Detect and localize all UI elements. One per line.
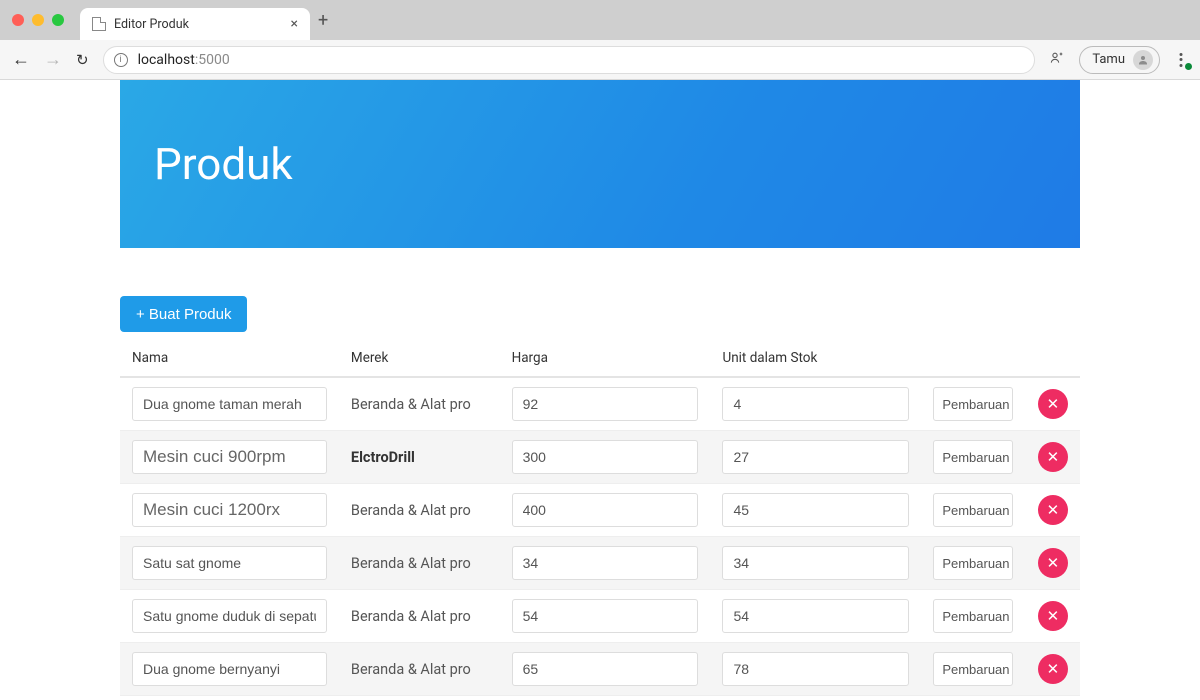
- close-icon: ✕: [1047, 660, 1060, 678]
- product-stock-input[interactable]: [722, 440, 909, 474]
- product-stock-input[interactable]: [722, 652, 909, 686]
- product-brand: Beranda & Alat pro: [351, 661, 471, 678]
- page-icon: [92, 17, 106, 31]
- product-stock-input[interactable]: [722, 546, 909, 580]
- window-controls: [12, 14, 64, 26]
- delete-button[interactable]: ✕: [1038, 495, 1068, 525]
- table-row: ElctroDrill Pembaruan ✕: [120, 431, 1080, 484]
- product-name-input[interactable]: [132, 440, 327, 474]
- close-icon: ✕: [1047, 554, 1060, 572]
- update-button[interactable]: Pembaruan: [933, 599, 1013, 633]
- update-button[interactable]: Pembaruan: [933, 652, 1013, 686]
- tab-title: Editor Produk: [114, 17, 189, 32]
- close-icon: ✕: [1047, 501, 1060, 519]
- avatar-icon: [1133, 50, 1153, 70]
- product-price-input[interactable]: [512, 493, 699, 527]
- col-header-delete: [1026, 336, 1080, 377]
- site-info-icon[interactable]: i: [114, 53, 128, 67]
- reload-icon[interactable]: ↻: [76, 51, 89, 69]
- product-price-input[interactable]: [512, 387, 699, 421]
- page-title: Produk: [154, 138, 293, 190]
- product-name-input[interactable]: [132, 493, 327, 527]
- delete-button[interactable]: ✕: [1038, 601, 1068, 631]
- nav-back-icon[interactable]: ←: [12, 49, 30, 70]
- tab-close-icon[interactable]: ×: [291, 16, 298, 32]
- window-minimize-icon[interactable]: [32, 14, 44, 26]
- window-close-icon[interactable]: [12, 14, 24, 26]
- product-stock-input[interactable]: [722, 493, 909, 527]
- product-brand: Beranda & Alat pro: [351, 396, 471, 413]
- product-price-input[interactable]: [512, 440, 699, 474]
- update-button[interactable]: Pembaruan: [933, 546, 1013, 580]
- col-header-stock: Unit dalam Stok: [710, 336, 921, 377]
- window-maximize-icon[interactable]: [52, 14, 64, 26]
- update-button[interactable]: Pembaruan: [933, 387, 1013, 421]
- table-row: Beranda & Alat pro Pembaruan ✕: [120, 377, 1080, 431]
- product-brand: Beranda & Alat pro: [351, 608, 471, 625]
- close-icon: ✕: [1047, 607, 1060, 625]
- product-brand: ElctroDrill: [351, 449, 415, 466]
- url-host: localhost: [138, 52, 195, 68]
- profile-share-icon[interactable]: [1049, 50, 1065, 70]
- create-product-button[interactable]: + Buat Produk: [120, 296, 247, 332]
- product-name-input[interactable]: [132, 387, 327, 421]
- table-row: Beranda & Alat pro Pembaruan ✕: [120, 590, 1080, 643]
- close-icon: ✕: [1047, 448, 1060, 466]
- product-brand: Beranda & Alat pro: [351, 502, 471, 519]
- url-port: :5000: [195, 52, 230, 68]
- col-header-brand: Merek: [339, 336, 500, 377]
- product-name-input[interactable]: [132, 652, 327, 686]
- table-row: Beranda & Alat pro Pembaruan ✕: [120, 484, 1080, 537]
- product-price-input[interactable]: [512, 546, 699, 580]
- table-row: Beranda & Alat pro Pembaruan ✕: [120, 643, 1080, 696]
- browser-menu-icon[interactable]: [1174, 53, 1188, 67]
- new-tab-button[interactable]: +: [318, 10, 328, 31]
- product-price-input[interactable]: [512, 599, 699, 633]
- nav-forward-icon[interactable]: →: [44, 49, 62, 70]
- browser-tab[interactable]: Editor Produk ×: [80, 8, 310, 40]
- col-header-price: Harga: [500, 336, 711, 377]
- product-stock-input[interactable]: [722, 599, 909, 633]
- product-stock-input[interactable]: [722, 387, 909, 421]
- delete-button[interactable]: ✕: [1038, 654, 1068, 684]
- address-bar[interactable]: i localhost:5000: [103, 46, 1036, 74]
- guest-label: Tamu: [1092, 52, 1125, 67]
- product-name-input[interactable]: [132, 599, 327, 633]
- product-brand: Beranda & Alat pro: [351, 555, 471, 572]
- close-icon: ✕: [1047, 395, 1060, 413]
- page-hero: Produk: [120, 80, 1080, 248]
- product-name-input[interactable]: [132, 546, 327, 580]
- col-header-update: [921, 336, 1025, 377]
- update-button[interactable]: Pembaruan: [933, 440, 1013, 474]
- guest-profile-button[interactable]: Tamu: [1079, 46, 1160, 74]
- col-header-name: Nama: [120, 336, 339, 377]
- delete-button[interactable]: ✕: [1038, 442, 1068, 472]
- table-row: Beranda & Alat pro Pembaruan ✕: [120, 537, 1080, 590]
- products-table: Nama Merek Harga Unit dalam Stok Beranda…: [120, 336, 1080, 696]
- product-price-input[interactable]: [512, 652, 699, 686]
- browser-tab-strip: Editor Produk × +: [0, 0, 1200, 40]
- browser-toolbar: ← → ↻ i localhost:5000 Tamu: [0, 40, 1200, 80]
- delete-button[interactable]: ✕: [1038, 389, 1068, 419]
- delete-button[interactable]: ✕: [1038, 548, 1068, 578]
- update-button[interactable]: Pembaruan: [933, 493, 1013, 527]
